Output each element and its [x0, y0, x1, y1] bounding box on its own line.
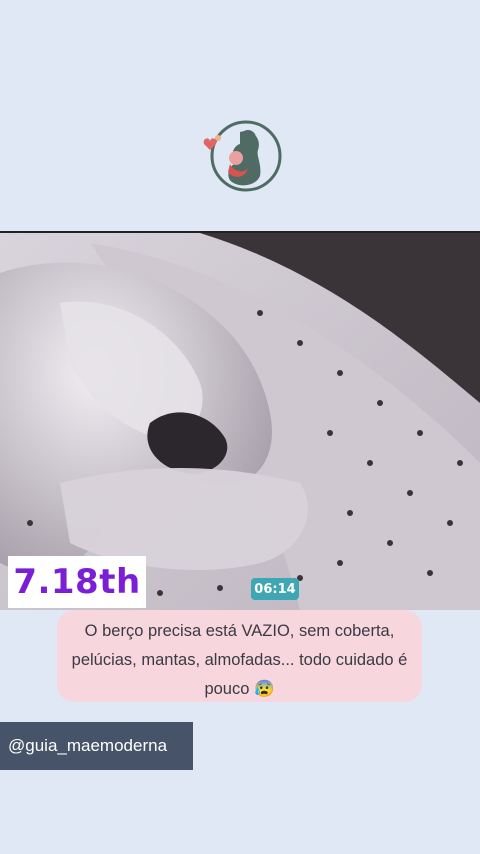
account-handle[interactable]: @guia_maemoderna — [0, 722, 193, 770]
caption-text: O berço precisa está VAZIO, sem coberta,… — [57, 610, 422, 702]
date-badge: 7.18th — [8, 556, 146, 608]
video-timestamp: 06:14 — [251, 578, 299, 600]
monitor-feed-image — [0, 233, 480, 610]
mother-baby-logo-icon — [196, 116, 284, 196]
baby-monitor-video[interactable] — [0, 231, 480, 610]
